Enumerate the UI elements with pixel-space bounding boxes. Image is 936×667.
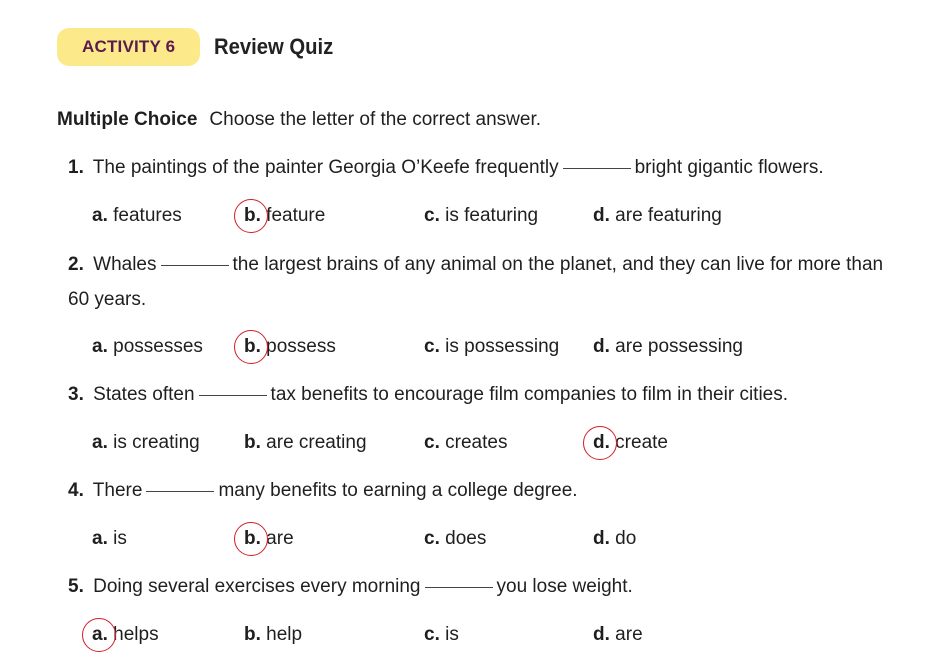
answer-blank: [146, 491, 215, 492]
option-5c[interactable]: c. is: [424, 623, 459, 647]
activity-badge: ACTIVITY 6: [57, 28, 201, 66]
question-number: 3.: [68, 384, 84, 405]
option-5d[interactable]: d. are: [593, 623, 643, 647]
option-letter: c.: [424, 624, 440, 645]
question-text-after: you lose weight.: [496, 576, 633, 597]
question-text-after: many benefits to earning a college degre…: [218, 480, 578, 501]
option-text: are: [266, 528, 294, 549]
option-letter: b.: [234, 522, 268, 556]
option-5a[interactable]: a. helps: [82, 618, 159, 652]
option-text: do: [615, 528, 637, 549]
answer-blank: [198, 395, 267, 396]
question-text-after: bright gigantic flowers.: [634, 157, 824, 178]
answer-blank: [562, 168, 631, 169]
option-text: is featuring: [445, 205, 539, 226]
option-1b[interactable]: b. feature: [234, 199, 326, 233]
option-text: helps: [113, 624, 159, 645]
option-text: create: [615, 432, 668, 453]
option-letter: c.: [424, 336, 440, 357]
option-2c[interactable]: c. is possessing: [424, 335, 559, 359]
question-2: 2. Whales the largest brains of any anima…: [68, 247, 898, 317]
option-text: possess: [266, 336, 336, 357]
instructions-text: Choose the letter of the correct answer.: [209, 109, 542, 130]
option-letter: b.: [234, 199, 268, 233]
option-text: features: [113, 205, 182, 226]
answer-blank: [160, 265, 229, 266]
option-text: is creating: [113, 432, 200, 453]
answer-blank: [424, 587, 493, 588]
question-text-after: the largest brains of any animal on the …: [68, 254, 884, 310]
question-3: 3. States often tax benefits to encourage…: [68, 383, 788, 407]
option-letter: d.: [593, 336, 610, 357]
option-letter: c.: [424, 205, 440, 226]
option-text: is: [113, 528, 127, 549]
option-text: are featuring: [615, 205, 722, 226]
option-letter: c.: [424, 528, 440, 549]
option-letter: a.: [92, 336, 108, 357]
question-text-before: There: [92, 480, 143, 501]
option-text: feature: [266, 205, 326, 226]
option-text: are possessing: [615, 336, 743, 357]
option-letter: a.: [92, 205, 108, 226]
option-4c[interactable]: c. does: [424, 527, 486, 551]
option-5b[interactable]: b. help: [244, 623, 302, 647]
question-4: 4. There many benefits to earning a colle…: [68, 479, 578, 503]
question-text-before: Whales: [93, 254, 157, 275]
question-number: 1.: [68, 157, 84, 178]
option-letter: d.: [583, 426, 617, 460]
option-2a[interactable]: a. possesses: [92, 335, 203, 359]
option-letter: b.: [244, 624, 261, 645]
activity-header: ACTIVITY 6 Review Quiz: [57, 28, 344, 66]
option-text: is possessing: [445, 336, 560, 357]
option-4a[interactable]: a. is: [92, 527, 127, 551]
option-3d[interactable]: d. create: [583, 426, 668, 460]
option-text: are creating: [266, 432, 367, 453]
question-1: 1. The paintings of the painter Georgia …: [68, 156, 824, 180]
option-text: does: [445, 528, 487, 549]
option-text: possesses: [113, 336, 203, 357]
option-2b[interactable]: b. possess: [234, 330, 336, 364]
option-1d[interactable]: d. are featuring: [593, 204, 722, 228]
option-letter: d.: [593, 624, 610, 645]
option-letter: d.: [593, 205, 610, 226]
question-5: 5. Doing several exercises every morning…: [68, 575, 633, 599]
question-number: 5.: [68, 576, 84, 597]
option-letter: b.: [234, 330, 268, 364]
option-4d[interactable]: d. do: [593, 527, 636, 551]
option-3c[interactable]: c. creates: [424, 431, 507, 455]
option-3b[interactable]: b. are creating: [244, 431, 367, 455]
option-letter: a.: [92, 528, 108, 549]
question-text-before: Doing several exercises every morning: [93, 576, 421, 597]
instructions: Multiple Choice Choose the letter of the …: [57, 108, 541, 132]
option-letter: a.: [92, 432, 108, 453]
option-4b[interactable]: b. are: [234, 522, 294, 556]
option-text: help: [266, 624, 303, 645]
option-3a[interactable]: a. is creating: [92, 431, 200, 455]
option-text: is: [445, 624, 459, 645]
page-title: Review Quiz: [214, 34, 334, 59]
instructions-heading: Multiple Choice: [57, 109, 198, 130]
option-letter: a.: [82, 618, 116, 652]
option-letter: b.: [244, 432, 261, 453]
question-text-before: States often: [93, 384, 195, 405]
question-text-before: The paintings of the painter Georgia O’K…: [92, 157, 559, 178]
option-text: creates: [445, 432, 508, 453]
question-number: 2.: [68, 254, 84, 275]
option-1c[interactable]: c. is featuring: [424, 204, 538, 228]
option-text: are: [615, 624, 643, 645]
option-letter: c.: [424, 432, 440, 453]
question-text-after: tax benefits to encourage film companies…: [270, 384, 789, 405]
option-1a[interactable]: a. features: [92, 204, 182, 228]
option-letter: d.: [593, 528, 610, 549]
option-2d[interactable]: d. are possessing: [593, 335, 743, 359]
question-number: 4.: [68, 480, 84, 501]
